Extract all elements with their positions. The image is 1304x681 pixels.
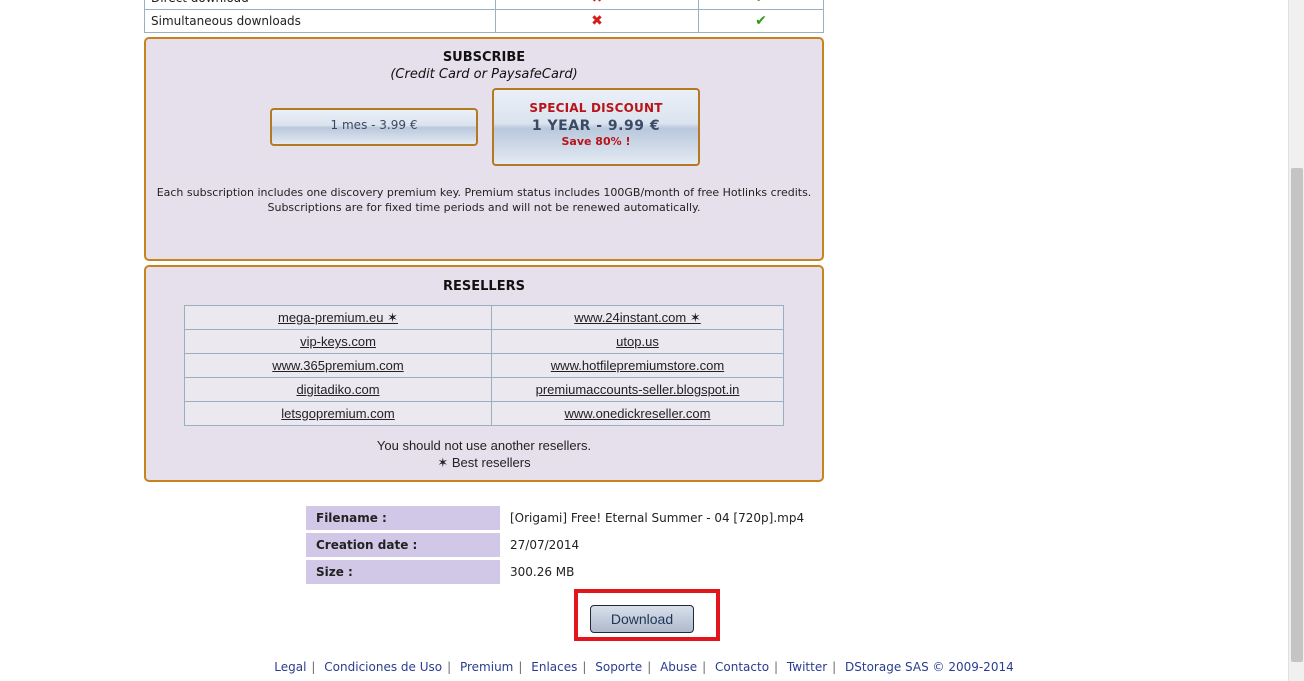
table-row: Filename : [Origami] Free! Eternal Summe… [306, 506, 814, 530]
x-mark-icon: ✖ [495, 0, 699, 10]
scrollbar-thumb[interactable] [1291, 168, 1303, 662]
filename-label: Filename : [306, 506, 500, 530]
table-row: Creation date : 27/07/2014 [306, 533, 814, 557]
reseller-link[interactable]: vip-keys.com [300, 334, 376, 349]
subscribe-panel: SUBSCRIBE (Credit Card or PaysafeCard) 1… [144, 37, 824, 261]
size-value: 300.26 MB [510, 565, 575, 579]
resellers-panel: RESELLERS mega-premium.eu ✶ www.24instan… [144, 265, 824, 482]
table-row: digitadiko.com premiumaccounts-seller.bl… [184, 377, 784, 402]
feature-label: Simultaneous downloads [144, 9, 496, 33]
feature-label: Direct download [144, 0, 496, 10]
filename-value: [Origami] Free! Eternal Summer - 04 [720… [510, 511, 805, 525]
table-row: Simultaneous downloads ✖ ✔ [144, 9, 824, 33]
table-row: letsgopremium.com www.onedickreseller.co… [184, 401, 784, 426]
footer-link-abuse[interactable]: Abuse [660, 660, 697, 674]
check-icon: ✔ [698, 0, 824, 10]
copyright: DStorage SAS © 2009-2014 [845, 660, 1014, 674]
file-info-table: Filename : [Origami] Free! Eternal Summe… [306, 503, 814, 587]
subscription-note-line: Each subscription includes one discovery… [156, 186, 812, 199]
table-row: www.365premium.com www.hotfilepremiumsto… [184, 353, 784, 378]
footer-link-terms[interactable]: Condiciones de Uso [324, 660, 442, 674]
resellers-table: mega-premium.eu ✶ www.24instant.com ✶ vi… [184, 305, 784, 426]
subscription-note: Each subscription includes one discovery… [146, 185, 822, 215]
footer-link-contact[interactable]: Contacto [715, 660, 769, 674]
reseller-link[interactable]: premiumaccounts-seller.blogspot.in [536, 382, 740, 397]
reseller-link[interactable]: digitadiko.com [296, 382, 379, 397]
footer: Legal | Condiciones de Uso | Premium | Enla… [274, 660, 1014, 674]
footer-link-premium[interactable]: Premium [460, 660, 513, 674]
table-row: vip-keys.com utop.us [184, 329, 784, 354]
plan-yearly-button[interactable]: SPECIAL DISCOUNT 1 YEAR - 9.99 € Save 80… [492, 88, 700, 166]
resellers-warning: You should not use another resellers. [376, 438, 592, 453]
feature-comparison-table: Direct download ✖ ✔ Simultaneous downloa… [144, 0, 824, 33]
footer-link-twitter[interactable]: Twitter [787, 660, 827, 674]
reseller-link[interactable]: utop.us [616, 334, 659, 349]
reseller-link[interactable]: mega-premium.eu ✶ [278, 310, 398, 325]
footer-link-links[interactable]: Enlaces [531, 660, 577, 674]
subscription-note-line: Subscriptions are for fixed time periods… [267, 201, 701, 214]
table-row: Size : 300.26 MB [306, 560, 814, 584]
creation-date-value: 27/07/2014 [510, 538, 580, 552]
page: Direct download ✖ ✔ Simultaneous downloa… [0, 0, 1288, 681]
check-icon: ✔ [698, 9, 824, 33]
subscribe-subtitle: (Credit Card or PaysafeCard) [390, 67, 578, 82]
table-row: mega-premium.eu ✶ www.24instant.com ✶ [184, 305, 784, 330]
x-mark-icon: ✖ [495, 9, 699, 33]
save-label: Save 80% ! [561, 135, 631, 148]
vertical-scrollbar[interactable] [1288, 0, 1304, 681]
special-discount-label: SPECIAL DISCOUNT [529, 101, 663, 115]
creation-date-label: Creation date : [306, 533, 500, 557]
subscribe-title: SUBSCRIBE [442, 50, 526, 65]
reseller-link[interactable]: www.365premium.com [272, 358, 404, 373]
resellers-note: You should not use another resellers. ✶ … [146, 437, 822, 471]
table-row: Direct download ✖ ✔ [144, 0, 824, 10]
resellers-title: RESELLERS [443, 279, 525, 294]
reseller-link[interactable]: www.hotfilepremiumstore.com [551, 358, 724, 373]
yearly-price: 1 YEAR - 9.99 € [531, 118, 661, 134]
footer-link-legal[interactable]: Legal [274, 660, 306, 674]
footer-link-support[interactable]: Soporte [595, 660, 642, 674]
plan-monthly-button[interactable]: 1 mes - 3.99 € [270, 108, 478, 146]
reseller-link[interactable]: www.24instant.com ✶ [574, 310, 701, 325]
size-label: Size : [306, 560, 500, 584]
reseller-link[interactable]: letsgopremium.com [281, 406, 394, 421]
reseller-link[interactable]: www.onedickreseller.com [565, 406, 711, 421]
download-button[interactable]: Download [590, 605, 694, 633]
best-resellers-legend: ✶ Best resellers [437, 455, 531, 470]
